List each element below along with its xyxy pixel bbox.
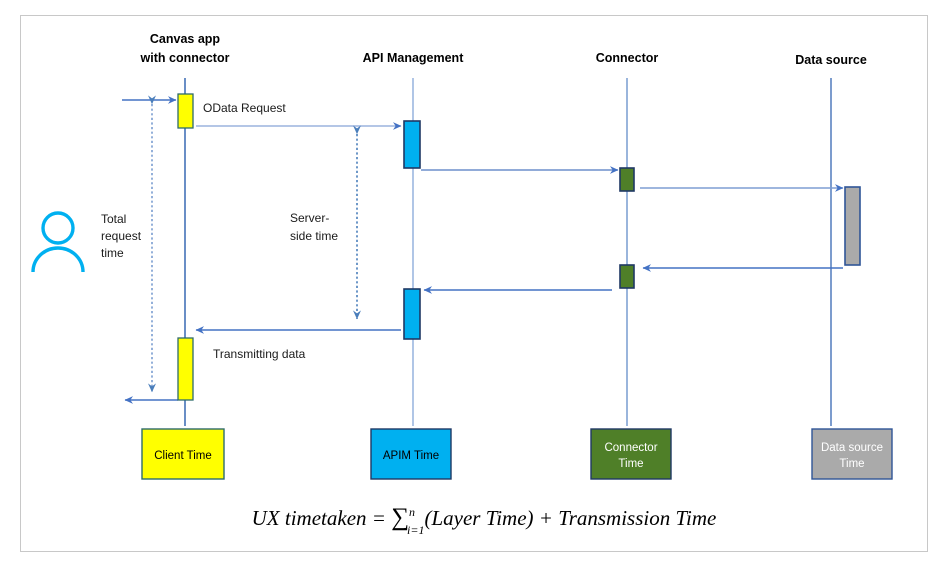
activation-apim-top <box>403 120 421 169</box>
user-actor-icon <box>31 211 85 273</box>
lifelines-group <box>184 78 832 426</box>
legend-label-connector-time-line2: Time <box>618 458 643 470</box>
activation-connector-top <box>619 167 635 192</box>
legend-item-datasource-time[interactable]: Data source Time <box>811 428 893 480</box>
legend-box-connector-time <box>590 428 672 480</box>
formula-sigma-lower: i=1 <box>407 523 424 537</box>
duration-label-server-side-time-line1: Server- <box>290 211 329 225</box>
legend-label-apim-time: APIM Time <box>383 450 439 462</box>
lifeline-labels-group: Canvas app with connector API Management… <box>140 32 867 67</box>
actor-label-apim: API Management <box>363 51 465 65</box>
diagram-canvas: Canvas app with connector API Management… <box>0 0 949 567</box>
formula-part1: UX timetaken = <box>252 506 392 530</box>
legend-item-client-time[interactable]: Client Time <box>141 428 225 480</box>
legend-label-datasource-time-line1: Data source <box>821 442 883 454</box>
message-label-transmitting-data: Transmitting data <box>213 347 306 361</box>
activation-client-top <box>177 93 194 129</box>
formula-part2: (Layer Time) + Transmission Time <box>424 506 716 530</box>
message-label-odata-request: OData Request <box>203 101 286 115</box>
actor-label-datasource: Data source <box>795 53 867 67</box>
actor-label-connector: Connector <box>596 51 659 65</box>
legend-group: Client Time APIM Time Connector Time Dat… <box>141 428 893 480</box>
legend-item-connector-time[interactable]: Connector Time <box>590 428 672 480</box>
duration-label-total-request-time-line3: time <box>101 246 124 260</box>
formula-group: UX timetaken = ∑n i=1(Layer Time) + Trans… <box>252 504 717 537</box>
legend-label-client-time: Client Time <box>154 450 212 462</box>
activation-client-bottom <box>177 337 194 401</box>
legend-label-datasource-time-line2: Time <box>839 458 864 470</box>
duration-marker-server-side-time: Server- side time <box>290 125 361 320</box>
activation-apim-bottom <box>403 288 421 340</box>
actor-label-client-line1: Canvas app <box>150 32 221 46</box>
duration-label-server-side-time-line2: side time <box>290 229 338 243</box>
legend-box-datasource-time <box>811 428 893 480</box>
legend-label-connector-time-line1: Connector <box>604 442 657 454</box>
actor-label-client-line2: with connector <box>140 51 230 65</box>
activation-datasource <box>844 186 861 266</box>
duration-label-total-request-time-line1: Total <box>101 212 126 226</box>
formula-sigma-upper: n <box>409 505 415 519</box>
duration-marker-total-request-time: Total request time <box>101 95 156 393</box>
sequence-diagram: Canvas app with connector API Management… <box>31 32 893 537</box>
legend-item-apim-time[interactable]: APIM Time <box>370 428 452 480</box>
duration-label-total-request-time-line2: request <box>101 229 142 243</box>
formula-text: UX timetaken = ∑n i=1(Layer Time) + Trans… <box>252 504 717 537</box>
activation-connector-bottom <box>619 264 635 289</box>
